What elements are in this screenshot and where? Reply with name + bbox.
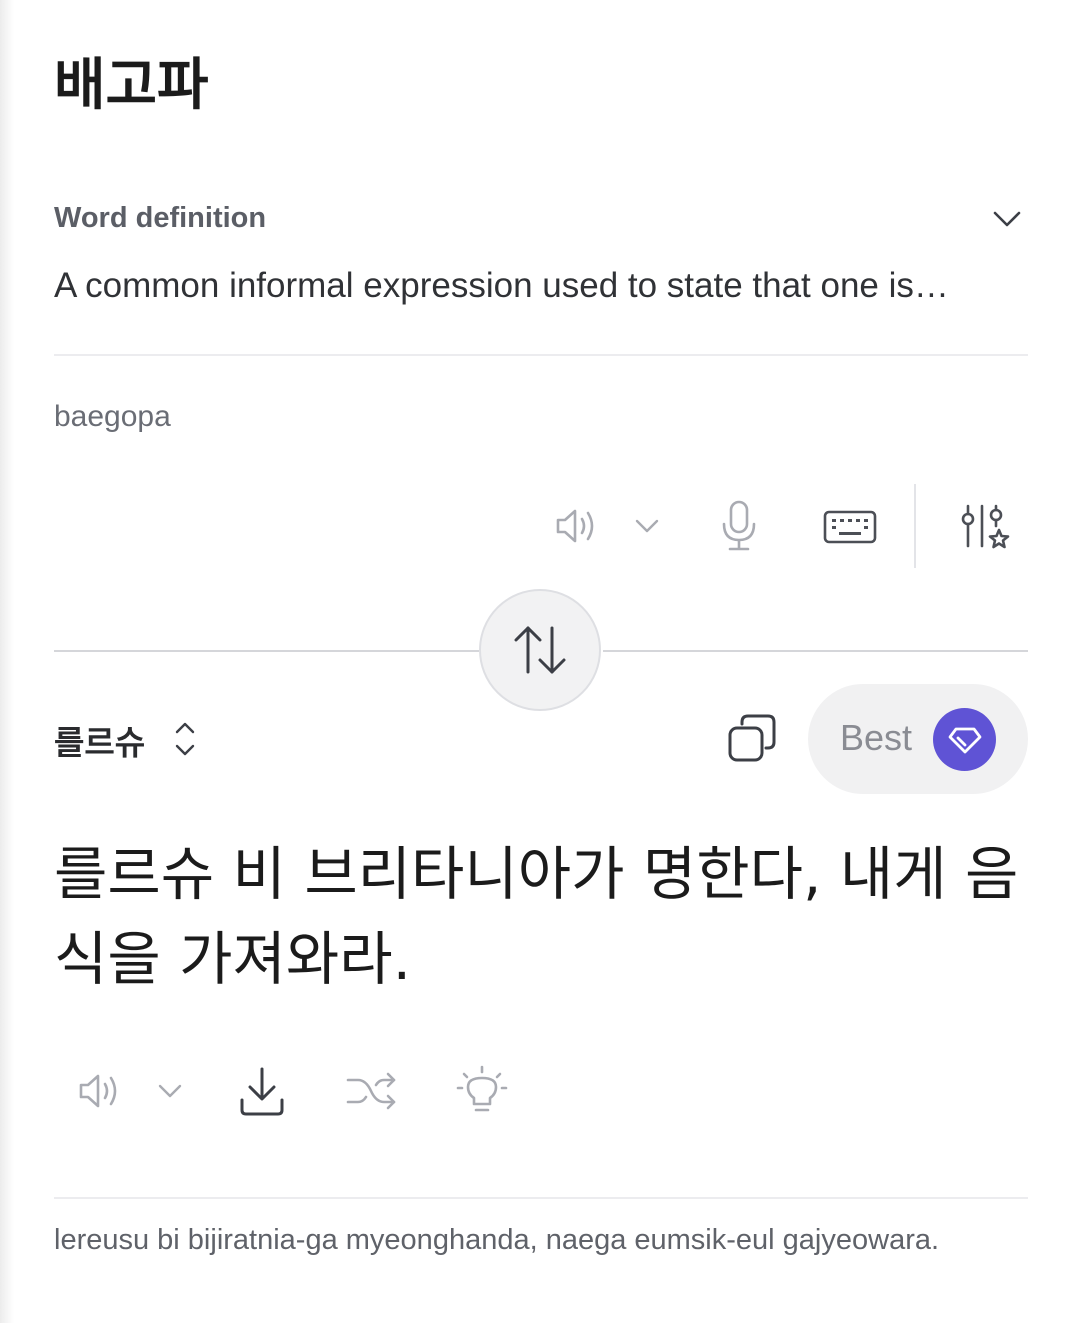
left-edge-shadow [0,0,14,1323]
keyboard-button[interactable] [820,506,880,548]
copy-translation-button[interactable] [726,712,780,766]
lightbulb-icon [456,1065,508,1112]
download-icon [240,1067,284,1116]
source-word: 배고파 [54,53,209,118]
shuffle-icon [346,1072,396,1110]
definition-text[interactable]: A common informal expression used to sta… [54,266,1014,306]
source-voice-dropdown[interactable] [632,512,662,540]
translation-settings-button[interactable] [954,502,1012,554]
target-language-label[interactable]: 를르슈 [54,716,145,764]
explain-button[interactable] [456,1064,508,1118]
toolbar-separator [914,484,916,568]
chevron-up-down-icon [175,722,195,756]
swap-arrows-icon [514,626,566,674]
chevron-down-icon [635,519,659,533]
settings-star-icon [961,504,1010,549]
best-quality-button[interactable]: Best [808,684,1028,794]
diamond-icon [948,727,981,753]
translation-text[interactable]: 를르슈 비 브리타니아가 명한다, 내게 음식을 가져와라. [54,832,1034,1002]
swap-languages-button[interactable] [479,589,601,711]
transliteration-divider [54,1197,1028,1199]
speaker-icon [556,509,594,543]
microphone-button[interactable] [714,498,764,554]
source-speak-button[interactable] [548,500,604,552]
chevron-down-icon [993,211,1021,227]
keyboard-icon [823,510,877,544]
section-divider-left [54,650,479,652]
best-label: Best [840,717,913,758]
definition-label: Word definition [54,202,267,234]
definition-expand-button[interactable] [990,204,1024,234]
section-divider-right [603,650,1028,652]
target-language-selector[interactable] [170,718,200,760]
chevron-down-icon [158,1084,182,1098]
speaker-icon [79,1074,117,1108]
download-button[interactable] [236,1064,288,1118]
target-voice-dropdown[interactable] [155,1077,185,1105]
source-romanization: baegopa [54,400,171,433]
target-speak-button[interactable] [72,1066,126,1116]
shuffle-button[interactable] [344,1068,400,1114]
microphone-icon [722,500,756,551]
definition-divider [54,354,1028,356]
premium-badge [933,708,996,771]
translation-transliteration: lereusu bi bijiratnia-ga myeonghanda, na… [54,1224,940,1256]
copy-icon [728,714,776,762]
